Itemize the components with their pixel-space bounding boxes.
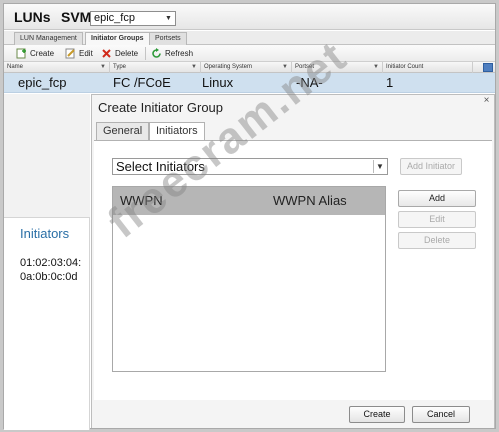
dialog-body: Select Initiators ▼ Add Initiator WWPN W… [94, 140, 492, 400]
create-button[interactable]: Create [349, 406, 405, 423]
details-panel-top [4, 94, 90, 218]
column-header-name[interactable]: Name ▼ [4, 62, 110, 73]
cell-type: FC /FCoE [113, 75, 171, 90]
create-icon [16, 48, 26, 59]
toolbar-divider [145, 47, 146, 60]
initiators-heading: Initiators [20, 226, 70, 241]
wwpn-table: WWPN WWPN Alias [112, 186, 386, 372]
edit-button[interactable]: Edit [65, 47, 93, 60]
refresh-button[interactable]: Refresh [151, 47, 193, 60]
delete-button[interactable]: Delete [398, 232, 476, 249]
edit-button[interactable]: Edit [398, 211, 476, 228]
add-initiator-button[interactable]: Add Initiator [400, 158, 462, 175]
cell-initiator-count: 1 [386, 75, 394, 90]
tab-initiator-groups[interactable]: Initiator Groups [85, 32, 150, 45]
tab-portsets[interactable]: Portsets [149, 32, 187, 45]
chevron-down-icon: ▼ [373, 160, 386, 173]
filter-icon[interactable]: ▼ [373, 62, 379, 73]
tab-bar: LUN Management Initiator Groups Portsets [4, 31, 495, 45]
table-row[interactable]: epic_fcp FC /FCoE Linux -NA- 1 [4, 73, 495, 93]
create-button[interactable]: Create [16, 47, 54, 60]
column-chooser-icon[interactable] [483, 63, 493, 72]
cell-portset: -NA- [296, 75, 323, 90]
tab-lun-management[interactable]: LUN Management [14, 32, 83, 45]
initiator-value-line2: 0a:0b:0c:0d [20, 271, 78, 283]
details-panel: Initiators 01:02:03:04: 0a:0b:0c:0d [4, 94, 90, 430]
main-window: LUNs SVM epic_fcp ▼ LUN Management Initi… [3, 3, 496, 430]
add-button[interactable]: Add [398, 190, 476, 207]
chevron-down-icon: ▼ [165, 15, 172, 22]
cell-os: Linux [202, 75, 234, 90]
grid-header: Name ▼ Type ▼ Operating System ▼ Portset ▼ I… [4, 62, 495, 73]
select-initiators-dropdown[interactable]: Select Initiators ▼ [112, 158, 388, 175]
svm-dropdown[interactable]: epic_fcp ▼ [90, 11, 176, 26]
svm-dropdown-value: epic_fcp [94, 12, 135, 24]
column-header-os[interactable]: Operating System ▼ [201, 62, 292, 73]
dialog-title: Create Initiator Group [98, 100, 224, 115]
initiator-value-line1: 01:02:03:04: [20, 257, 82, 269]
filter-icon[interactable]: ▼ [191, 62, 197, 73]
delete-icon [102, 49, 111, 59]
column-header-initiator-count[interactable]: Initiator Count [383, 62, 473, 73]
tab-initiators[interactable]: Initiators [149, 122, 205, 141]
column-header-portset[interactable]: Portset ▼ [292, 62, 383, 73]
column-header-wwpn-alias: WWPN Alias [273, 193, 347, 208]
column-header-wwpn: WWPN [120, 193, 163, 208]
edit-icon [65, 48, 75, 59]
create-initiator-group-dialog: Create Initiator Group × General Initiat… [91, 94, 495, 428]
tab-general[interactable]: General [96, 122, 150, 140]
filter-icon[interactable]: ▼ [282, 62, 288, 73]
cell-name: epic_fcp [18, 75, 67, 90]
column-header-type[interactable]: Type ▼ [110, 62, 201, 73]
delete-button[interactable]: Delete [101, 47, 138, 60]
page-title: LUNs [14, 9, 51, 25]
filter-icon[interactable]: ▼ [100, 62, 106, 73]
refresh-icon [152, 48, 161, 59]
title-bar: LUNs SVM epic_fcp ▼ [4, 4, 495, 30]
wwpn-table-header: WWPN WWPN Alias [113, 187, 385, 215]
cancel-button[interactable]: Cancel [412, 406, 470, 423]
dialog-footer: Create Cancel [92, 400, 494, 428]
svm-label: SVM [61, 9, 92, 25]
close-icon[interactable]: × [481, 95, 492, 106]
toolbar: Create Edit Delete Refresh [4, 45, 495, 62]
